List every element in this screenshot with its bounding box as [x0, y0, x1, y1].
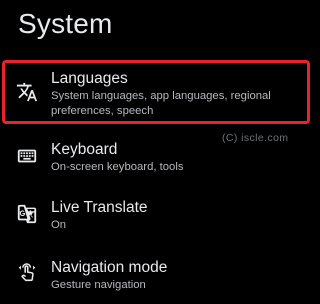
item-title: Navigation mode: [51, 259, 168, 276]
item-subtitle: On: [51, 219, 67, 231]
translate-icon: [16, 81, 38, 103]
settings-item-keyboard[interactable]: Keyboard On-screen keyboard, tools: [0, 134, 320, 184]
item-subtitle: On-screen keyboard, tools: [51, 161, 184, 173]
item-subtitle: System languages, app languages, regiona…: [51, 90, 271, 117]
item-subtitle: Gesture navigation: [51, 279, 146, 291]
item-title: Live Translate: [51, 199, 148, 216]
keyboard-icon: [16, 145, 38, 167]
live-translate-icon: [16, 203, 38, 225]
item-title: Keyboard: [51, 141, 118, 158]
settings-item-languages[interactable]: Languages System languages, app language…: [0, 62, 320, 122]
settings-item-live-translate[interactable]: Live Translate On: [0, 192, 320, 242]
settings-item-navigation-mode[interactable]: Navigation mode Gesture navigation: [0, 252, 320, 302]
page-title: System: [18, 8, 113, 39]
item-title: Languages: [51, 70, 128, 87]
gesture-icon: [16, 262, 38, 284]
